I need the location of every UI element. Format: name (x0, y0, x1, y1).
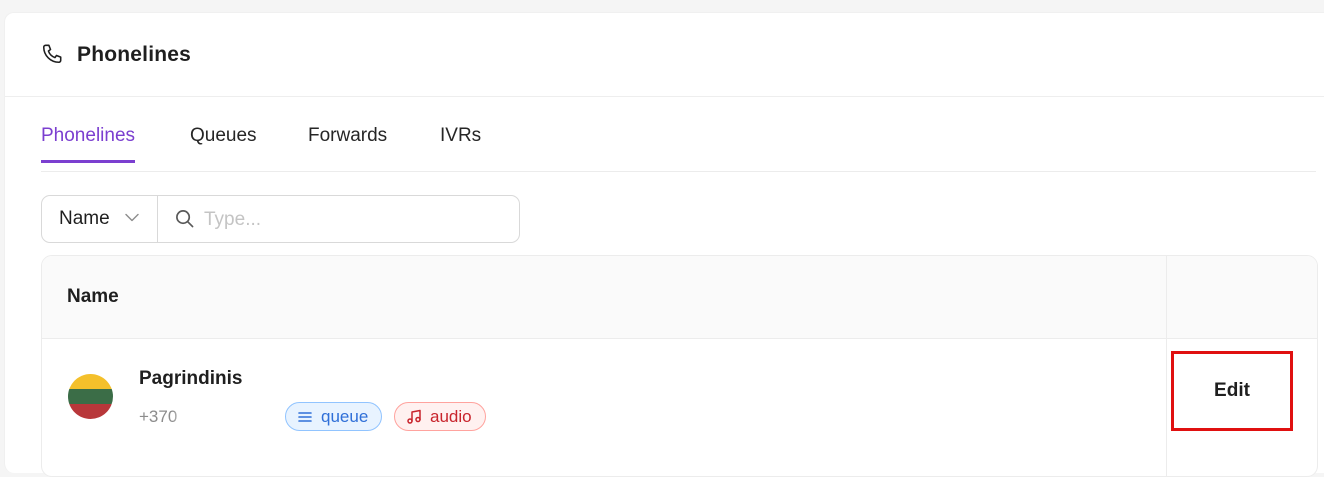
filter-field-select[interactable]: Name (42, 196, 158, 242)
chevron-down-icon (125, 213, 139, 222)
filter-field-label: Name (59, 208, 110, 229)
queue-tag-label: queue (321, 407, 369, 426)
redacted-number (184, 399, 280, 435)
list-icon (298, 412, 312, 422)
column-header-name: Name (67, 286, 119, 307)
card-header: Phonelines (5, 13, 1324, 97)
search-input[interactable] (202, 204, 506, 236)
tab-queues[interactable]: Queues (190, 125, 257, 163)
queue-tag: queue (285, 402, 382, 431)
phone-icon (42, 44, 62, 64)
tab-ivrs[interactable]: IVRs (440, 125, 481, 163)
flag-band-yellow (68, 374, 113, 389)
phoneline-number: +370 (139, 407, 178, 426)
phonelines-table: Name Pagrindinis +370 queue audio Edit (41, 255, 1318, 477)
tab-phonelines[interactable]: Phonelines (41, 125, 136, 163)
table-header: Name (42, 256, 1317, 339)
phoneline-name: Pagrindinis (139, 368, 243, 389)
search-filter: Name (41, 195, 520, 243)
tab-bar: Phonelines Queues Forwards IVRs (41, 117, 1316, 172)
lithuania-flag-icon (68, 374, 113, 419)
phonelines-card: Phonelines Phonelines Queues Forwards IV… (4, 12, 1324, 477)
music-note-icon (407, 409, 421, 424)
edit-button[interactable]: Edit (1171, 351, 1293, 431)
flag-band-green (68, 389, 113, 404)
tab-forwards[interactable]: Forwards (308, 125, 387, 163)
page-title: Phonelines (77, 43, 192, 66)
table-row: Pagrindinis +370 queue audio Edit (42, 339, 1317, 476)
audio-tag-label: audio (430, 407, 472, 426)
audio-tag: audio (394, 402, 486, 431)
search-icon (176, 210, 194, 228)
flag-band-red (68, 404, 113, 419)
